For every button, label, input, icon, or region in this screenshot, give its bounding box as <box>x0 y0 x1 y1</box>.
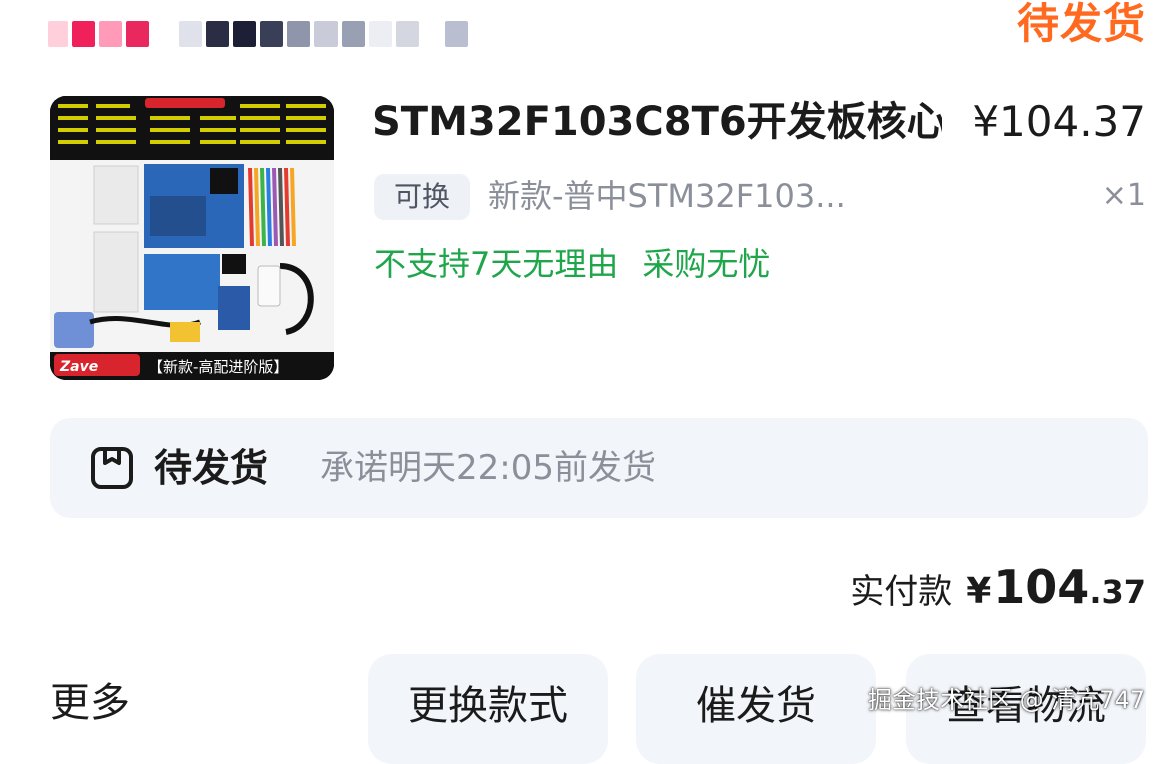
shop-name-blurred[interactable] <box>48 14 469 54</box>
product-variant[interactable]: 新款-普中STM32F103... <box>488 172 908 220</box>
product-title[interactable]: STM32F103C8T6开发板核心 <box>372 96 942 148</box>
paid-amount-integer: 104 <box>993 560 1090 614</box>
shipping-status: 待发货 <box>154 446 269 490</box>
package-box-icon <box>90 446 134 490</box>
more-button[interactable]: 更多 <box>50 676 130 730</box>
stm32-dev-board-kit-photo: Zave 【新款-高配进阶版】 <box>50 96 334 380</box>
product-quantity: ×1 <box>1101 178 1146 213</box>
product-image-caption: 【新款-高配进阶版】 <box>148 358 288 376</box>
worry-free-tag: 采购无忧 <box>642 245 771 283</box>
paid-label: 实付款 <box>850 572 953 612</box>
paid-currency: ¥ <box>966 571 992 612</box>
change-style-button[interactable]: 更换款式 <box>368 654 608 764</box>
product-price: ¥104.37 <box>972 97 1146 146</box>
urge-shipping-button[interactable]: 催发货 <box>636 654 876 764</box>
paid-amount-decimal: .37 <box>1089 573 1146 611</box>
order-status: 待发货 <box>1016 0 1146 48</box>
swap-tag: 可换 <box>374 174 470 220</box>
product-image[interactable]: Zave 【新款-高配进阶版】 <box>50 96 334 380</box>
no-return-tag: 不支持7天无理由 <box>374 245 619 283</box>
svg-text:Zave: Zave <box>59 359 98 375</box>
paid-amount: 实付款 ¥ 104 .37 <box>850 560 1146 620</box>
shipping-promise: 承诺明天22:05前发货 <box>320 448 656 488</box>
shipping-status-bar[interactable]: 待发货 承诺明天22:05前发货 <box>50 418 1148 518</box>
watermark: 掘金技术社区 @ 清亢747 <box>868 686 1146 714</box>
service-tags: 不支持7天无理由 采购无忧 <box>374 240 770 288</box>
